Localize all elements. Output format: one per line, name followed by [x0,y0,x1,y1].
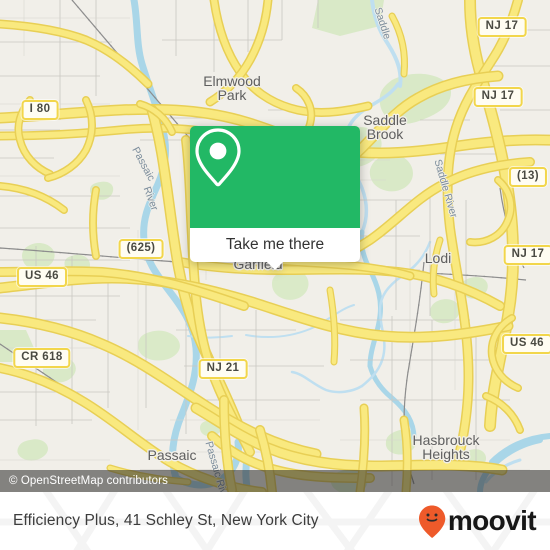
map-pin-icon [195,128,241,187]
highway-shield-us46-east[interactable]: US 46 [502,334,550,354]
moovit-brand[interactable]: moovit [417,504,537,538]
moovit-map-screenshot: .rd-case{fill:none;stroke:#e8cf55;stroke… [0,0,550,550]
highway-shield-county-13[interactable]: (13) [508,167,548,187]
moovit-smiley-pin-icon [418,505,446,538]
destination-callout-card[interactable]: Take me there [190,126,360,270]
callout-icon-panel [190,126,360,228]
highway-shield-nj17-mid[interactable]: NJ 17 [473,87,523,107]
highway-shield-nj17-east[interactable]: NJ 17 [503,245,550,265]
highway-shield-i80[interactable]: I 80 [21,100,59,120]
map-canvas[interactable]: .rd-case{fill:none;stroke:#e8cf55;stroke… [0,0,550,492]
callout-pointer-tail [266,261,284,270]
highway-shield-county-625[interactable]: (625) [118,239,164,259]
highway-shield-us46-west[interactable]: US 46 [17,267,67,287]
highway-shield-nj17-north[interactable]: NJ 17 [477,17,527,37]
address-title: Efficiency Plus, 41 Schley St, New York … [13,512,319,529]
take-me-there-button[interactable]: Take me there [190,228,360,270]
highway-shield-nj21[interactable]: NJ 21 [198,359,248,379]
highway-shield-cr618[interactable]: CR 618 [13,348,71,368]
take-me-there-label: Take me there [225,236,325,253]
address-bottom-bar: Efficiency Plus, 41 Schley St, New York … [0,492,550,550]
moovit-wordmark: moovit [447,505,537,536]
osm-attribution[interactable]: © OpenStreetMap contributors [0,470,550,492]
